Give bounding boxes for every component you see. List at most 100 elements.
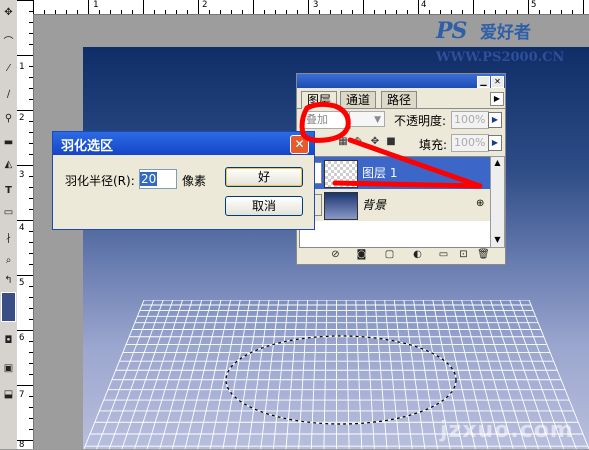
watermark-logo: PS bbox=[436, 18, 467, 44]
ruler-number: 3 bbox=[313, 0, 319, 10]
ruler-tick bbox=[132, 10, 133, 14]
ruler-tick bbox=[396, 10, 397, 14]
ruler-tick bbox=[29, 286, 33, 287]
adjustment-layer-icon[interactable]: ◐ bbox=[411, 249, 424, 261]
ruler-tick bbox=[29, 66, 33, 67]
layer-mask-icon[interactable]: ▢ bbox=[383, 249, 396, 261]
ruler-number: 2 bbox=[202, 0, 208, 10]
type-tool-icon[interactable]: T bbox=[2, 184, 15, 197]
unit-label: 像素 bbox=[182, 174, 207, 188]
ruler-tick bbox=[231, 10, 232, 14]
lock-all-icon[interactable]: ■ bbox=[385, 136, 397, 148]
ruler-tick bbox=[29, 407, 33, 408]
shape-tool-icon[interactable]: ▭ bbox=[2, 206, 15, 219]
minimize-icon[interactable]: ▁ bbox=[477, 76, 490, 88]
ruler-tick bbox=[29, 187, 33, 188]
ruler-tick bbox=[29, 22, 33, 23]
lock-transparency-icon[interactable]: ▦ bbox=[337, 136, 349, 148]
new-layer-icon[interactable]: ⊡ bbox=[457, 249, 470, 261]
ruler-tick bbox=[275, 10, 276, 14]
ruler-tick bbox=[29, 429, 33, 430]
layer-style-icon[interactable]: ◙ bbox=[355, 249, 368, 261]
magic-wand-tool-icon[interactable]: ⁄ bbox=[2, 62, 15, 75]
ruler-tick bbox=[29, 418, 33, 419]
tab-channels[interactable]: 通道 bbox=[340, 91, 377, 108]
link-layers-icon[interactable]: ⊘ bbox=[329, 249, 342, 261]
lasso-tool-icon[interactable]: ⌒ bbox=[2, 36, 15, 49]
opacity-input[interactable]: 100% bbox=[451, 111, 489, 129]
ruler-tick bbox=[29, 308, 33, 309]
ruler-number: 6 bbox=[19, 333, 25, 343]
watermark-bottom: jzxuo.com bbox=[440, 418, 574, 443]
layer-row-selected[interactable]: ∕ 图层 1 bbox=[300, 157, 490, 189]
foreground-color-swatch[interactable] bbox=[1, 292, 16, 322]
ruler-tick bbox=[473, 0, 474, 14]
ruler-tick bbox=[88, 0, 89, 14]
ruler-tick bbox=[495, 10, 496, 14]
jump-to-icon[interactable]: ⬓ bbox=[2, 388, 15, 401]
fill-slider-arrow-icon[interactable]: ▶ bbox=[488, 135, 502, 151]
blend-mode-dropdown-icon[interactable]: ▼ bbox=[349, 111, 385, 127]
dialog-title: 羽化选区 bbox=[61, 139, 114, 154]
scroll-down-icon[interactable]: ▼ bbox=[491, 234, 504, 246]
scroll-up-icon[interactable]: ▲ bbox=[491, 157, 504, 169]
layer-list-scrollbar[interactable]: ▲ ▼ bbox=[490, 156, 505, 248]
ruler-tick bbox=[583, 0, 584, 14]
blend-mode-select[interactable]: 叠加 bbox=[303, 111, 351, 129]
ruler-tick bbox=[29, 396, 33, 397]
ruler-tick bbox=[17, 0, 33, 1]
eyedropper-tool-icon[interactable]: ∤ bbox=[2, 232, 15, 245]
ruler-tick bbox=[451, 10, 452, 14]
brush-tool-icon[interactable]: ∕ bbox=[2, 88, 15, 101]
layer-row[interactable]: 背景 ⊕ bbox=[300, 189, 490, 221]
ruler-tick bbox=[17, 440, 33, 441]
eraser-tool-icon[interactable]: ▬ bbox=[2, 136, 15, 149]
ruler-tick bbox=[17, 275, 33, 276]
ruler-tick bbox=[374, 10, 375, 14]
panel-title-bar[interactable]: ▁ ✕ bbox=[297, 74, 505, 88]
ruler-tick bbox=[330, 10, 331, 14]
cancel-button[interactable]: 取消 bbox=[225, 196, 303, 216]
close-panel-icon[interactable]: ✕ bbox=[491, 76, 504, 88]
ruler-tick bbox=[264, 10, 265, 14]
ruler-tick bbox=[550, 10, 551, 14]
vertical-ruler: 12345678 bbox=[17, 0, 34, 450]
layer-list: ∕ 图层 1 背景 ⊕ bbox=[299, 156, 491, 248]
ruler-tick bbox=[209, 10, 210, 14]
lock-image-icon[interactable]: ✎ bbox=[353, 136, 365, 148]
ruler-tick bbox=[17, 165, 33, 166]
feather-radius-input[interactable]: 20 bbox=[139, 169, 177, 189]
ruler-tick bbox=[407, 10, 408, 14]
ruler-tick bbox=[29, 352, 33, 353]
layer-thumbnail bbox=[324, 192, 358, 220]
ruler-tick bbox=[319, 10, 320, 14]
panel-menu-arrow-icon[interactable]: ▶ bbox=[490, 92, 504, 106]
ruler-number: 1 bbox=[19, 62, 25, 72]
tab-paths[interactable]: 路径 bbox=[381, 91, 418, 108]
swap-colors-icon[interactable]: ↰ bbox=[2, 274, 15, 287]
ruler-tick bbox=[297, 10, 298, 14]
ok-button[interactable]: 好 bbox=[225, 167, 303, 187]
close-icon[interactable]: ✕ bbox=[290, 135, 309, 154]
ruler-tick bbox=[29, 154, 33, 155]
screen-mode-icon[interactable]: ▣ bbox=[2, 362, 15, 375]
ruler-tick bbox=[29, 231, 33, 232]
lock-position-icon[interactable]: ✥ bbox=[369, 136, 381, 148]
new-group-icon[interactable]: ▭ bbox=[437, 249, 450, 261]
blur-tool-icon[interactable]: ◭ bbox=[2, 158, 15, 171]
ruler-tick bbox=[17, 110, 33, 111]
move-tool-icon[interactable]: ✥ bbox=[2, 6, 15, 19]
trash-icon[interactable]: 🗑 bbox=[477, 249, 490, 261]
ruler-tick bbox=[462, 10, 463, 14]
stamp-tool-icon[interactable]: ⚲ bbox=[2, 112, 15, 125]
opacity-slider-arrow-icon[interactable]: ▶ bbox=[488, 112, 502, 128]
ruler-tick bbox=[17, 55, 33, 56]
ruler-number: 3 bbox=[19, 170, 25, 180]
fill-input[interactable]: 100% bbox=[451, 134, 489, 152]
ruler-tick bbox=[242, 10, 243, 14]
ruler-tick bbox=[29, 176, 33, 177]
zoom-tool-icon[interactable]: ⌕ bbox=[2, 254, 15, 267]
quick-mask-icon[interactable]: ◘ bbox=[2, 334, 15, 347]
ruler-tick bbox=[29, 99, 33, 100]
tab-layers[interactable]: 图层 bbox=[301, 91, 338, 109]
